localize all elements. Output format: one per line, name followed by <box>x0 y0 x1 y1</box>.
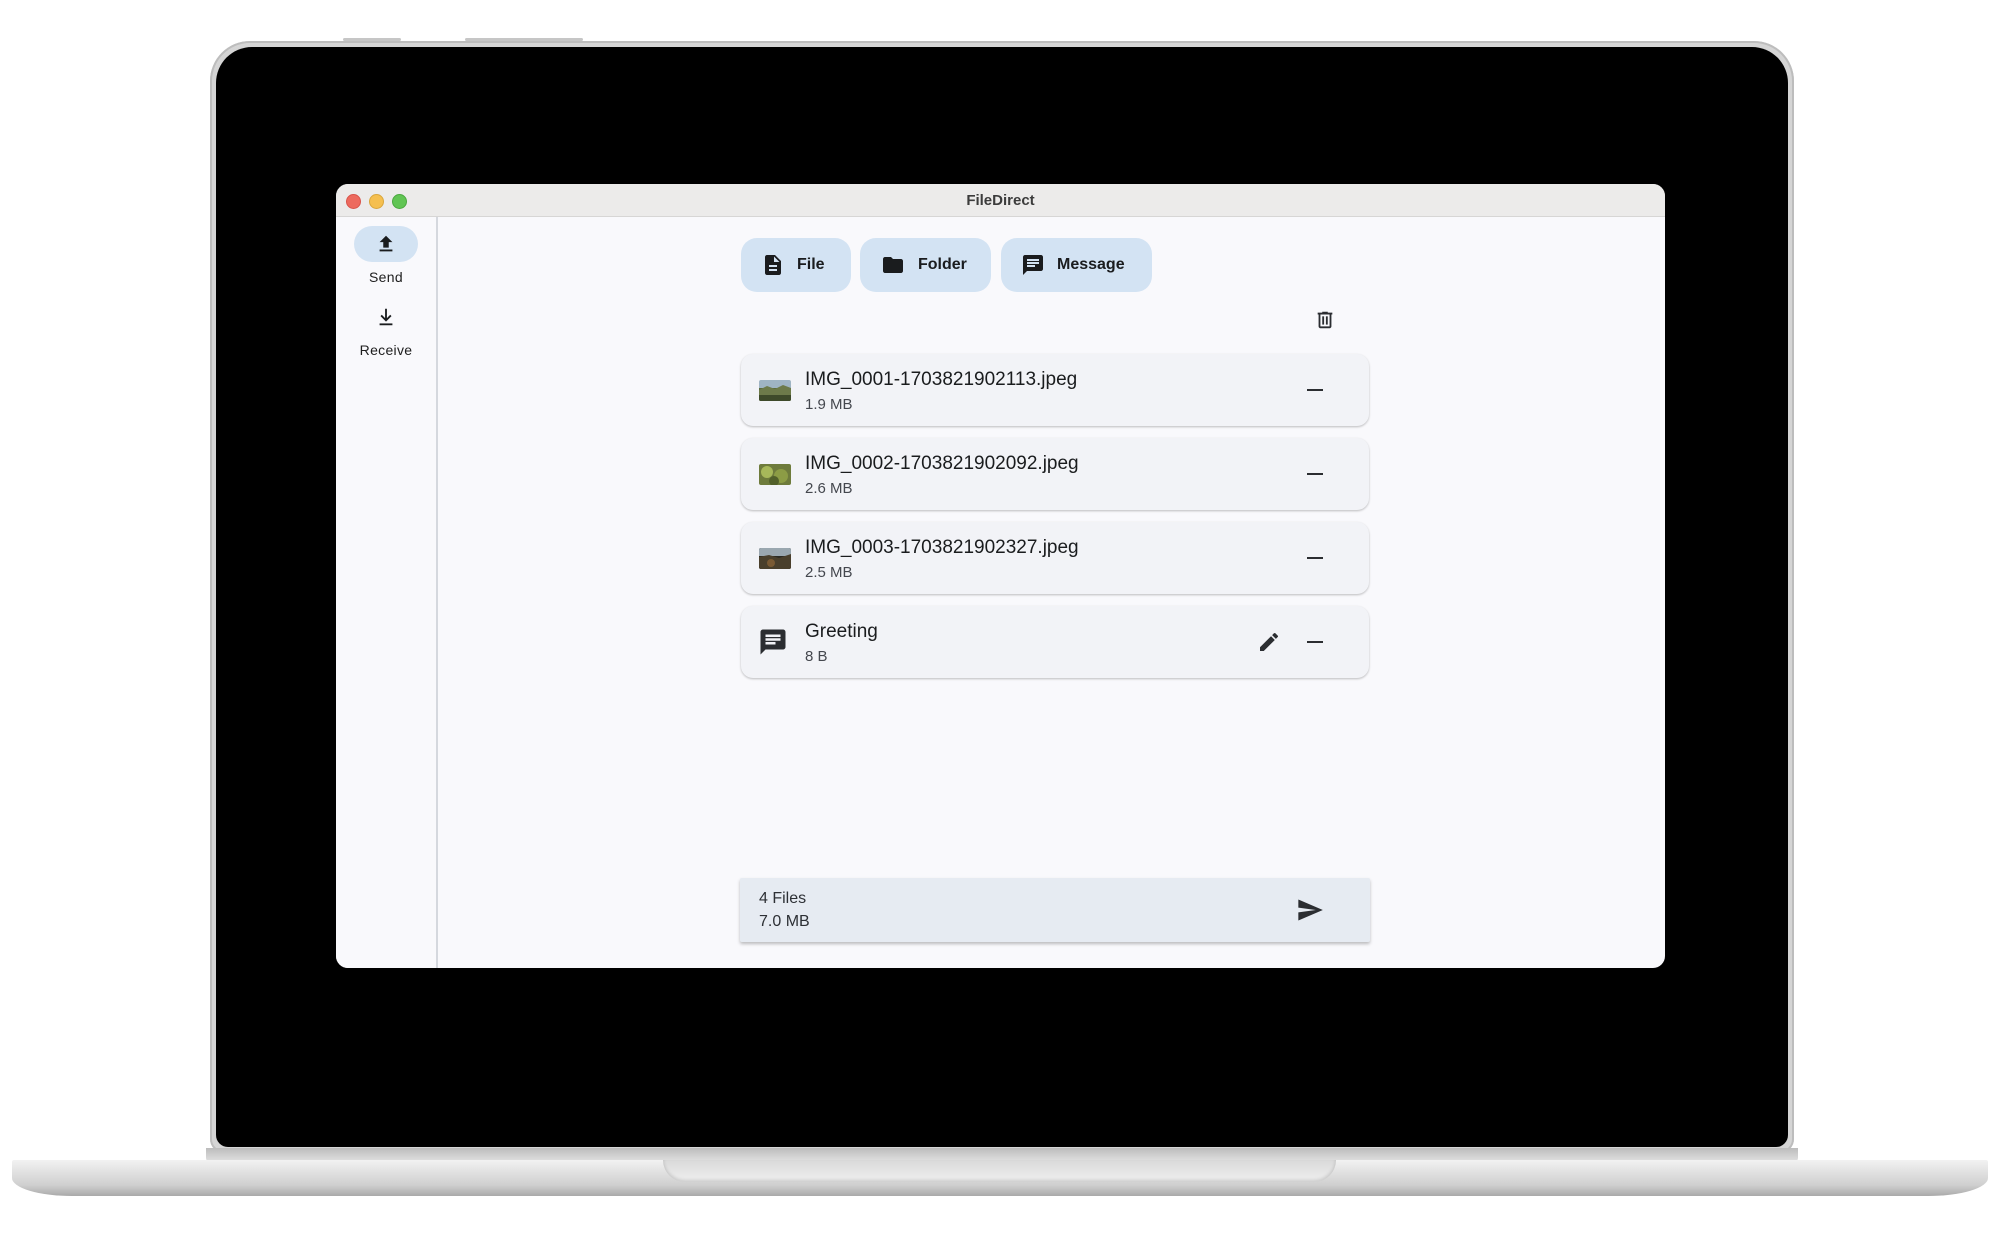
download-icon <box>379 308 393 326</box>
send-button[interactable] <box>1292 892 1328 928</box>
laptop-lid-button <box>343 38 401 41</box>
message-name: Greeting <box>805 621 878 642</box>
file-name: IMG_0003-1703821902327.jpeg <box>805 537 1079 558</box>
send-summary-bar: 4 Files 7.0 MB <box>740 878 1370 942</box>
nav-pill-receive[interactable] <box>354 299 418 335</box>
nav-label-send: Send <box>369 269 403 285</box>
file-name: IMG_0002-1703821902092.jpeg <box>805 453 1079 474</box>
message-size: 8 B <box>805 648 828 665</box>
add-file-label: File <box>797 256 825 273</box>
remove-item-button[interactable] <box>1297 372 1333 408</box>
laptop-lid-button <box>465 38 583 41</box>
remove-item-button[interactable] <box>1297 624 1333 660</box>
message-icon <box>1023 255 1043 275</box>
message-icon <box>760 629 786 655</box>
image-thumbnail <box>759 380 791 401</box>
remove-item-button[interactable] <box>1297 540 1333 576</box>
remove-item-button[interactable] <box>1297 456 1333 492</box>
message-item: Greeting 8 B <box>741 606 1369 678</box>
minus-icon <box>1307 641 1323 643</box>
file-size: 2.5 MB <box>805 564 853 581</box>
nav-item-send[interactable]: Send <box>336 226 436 285</box>
file-size: 2.6 MB <box>805 480 853 497</box>
total-size: 7.0 MB <box>759 913 810 930</box>
file-icon <box>765 255 781 275</box>
window-title: FileDirect <box>966 192 1035 209</box>
send-icon <box>1298 899 1323 921</box>
file-name: IMG_0001-1703821902113.jpeg <box>805 369 1078 390</box>
clear-all-button[interactable] <box>1308 303 1342 337</box>
add-message-label: Message <box>1057 256 1125 273</box>
laptop-base-notch <box>663 1160 1336 1182</box>
add-file-button[interactable]: File <box>741 238 851 292</box>
pencil-icon <box>1260 632 1279 651</box>
file-size: 1.9 MB <box>805 396 853 413</box>
add-message-button[interactable]: Message <box>1001 238 1152 292</box>
app-window: FileDirect Send Receive File Folder Mess… <box>336 184 1665 968</box>
file-item: IMG_0002-1703821902092.jpeg 2.6 MB <box>741 438 1369 510</box>
file-count: 4 Files <box>759 890 807 907</box>
minus-icon <box>1307 473 1323 475</box>
title-bar: FileDirect <box>336 184 1665 217</box>
navigation-rail: Send Receive <box>336 217 438 968</box>
nav-item-receive[interactable]: Receive <box>336 299 436 358</box>
image-thumbnail <box>759 548 791 569</box>
file-item: IMG_0003-1703821902327.jpeg 2.5 MB <box>741 522 1369 594</box>
trash-icon <box>1317 311 1333 329</box>
minus-icon <box>1307 389 1323 391</box>
folder-icon <box>883 257 903 273</box>
nav-pill-send[interactable] <box>354 226 418 262</box>
image-thumbnail <box>759 464 791 485</box>
add-folder-button[interactable]: Folder <box>860 238 991 292</box>
minus-icon <box>1307 557 1323 559</box>
add-folder-label: Folder <box>918 256 967 273</box>
edit-message-button[interactable] <box>1251 624 1287 660</box>
file-item: IMG_0001-1703821902113.jpeg 1.9 MB <box>741 354 1369 426</box>
upload-icon <box>379 235 393 252</box>
nav-label-receive: Receive <box>359 342 413 358</box>
